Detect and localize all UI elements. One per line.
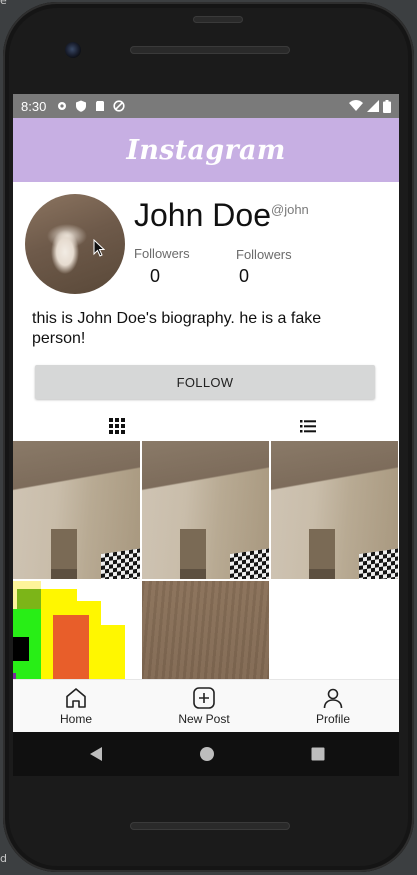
nav-new-post-label: New Post (178, 712, 230, 726)
profile-view-tabs (13, 412, 399, 440)
photo-detail (309, 529, 335, 579)
no-disturb-icon (113, 100, 125, 112)
sd-card-icon (96, 101, 105, 111)
follow-button[interactable]: FOLLOW (35, 365, 375, 399)
stat-value-followers-2: 0 (239, 266, 250, 286)
profile-bio: this is John Doe's biography. he is a fa… (32, 310, 322, 347)
recents-button-icon[interactable] (310, 746, 326, 762)
bottom-navigation: Home New Post Profile (13, 679, 399, 732)
mouse-cursor-icon (93, 239, 105, 257)
nav-profile-label: Profile (315, 712, 350, 726)
top-speaker (130, 46, 290, 54)
desktop-text-fragment: e (0, 0, 7, 7)
app-screen: 8:30 Instagram John Doe @john Followers … (13, 94, 399, 732)
photo-detail (51, 529, 77, 579)
nav-home[interactable]: Home (26, 686, 126, 726)
bottom-speaker (130, 822, 290, 830)
home-icon (66, 688, 86, 708)
home-button-icon[interactable] (199, 746, 215, 762)
post-thumbnail[interactable] (271, 441, 398, 579)
status-time: 8:30 (21, 98, 47, 114)
battery-icon (383, 99, 391, 113)
photo-detail (359, 548, 398, 579)
list-icon[interactable] (299, 417, 317, 435)
grid-icon[interactable] (108, 417, 126, 435)
profile-name: John Doe (134, 197, 271, 233)
add-square-icon (193, 687, 215, 709)
photo-detail (180, 529, 206, 579)
profile-handle: @john (271, 202, 309, 217)
post-thumbnail[interactable] (13, 441, 140, 579)
photo-detail (230, 548, 269, 579)
desktop-text-fragment: d (0, 852, 7, 865)
shield-icon (76, 100, 87, 112)
profile-header: John Doe @john Followers 0 Followers 0 (13, 182, 399, 300)
system-navigation-bar (13, 732, 399, 776)
settings-icon (58, 102, 67, 110)
stat-value-followers: 0 (150, 266, 161, 286)
signal-icon (367, 100, 379, 112)
status-bar: 8:30 (13, 94, 399, 118)
back-button-icon[interactable] (88, 746, 104, 762)
stat-label-followers-2: Followers (236, 247, 292, 262)
nav-profile[interactable]: Profile (283, 686, 383, 726)
status-right-icons (349, 99, 391, 113)
wifi-icon (349, 100, 363, 111)
app-bar: Instagram (13, 118, 399, 182)
app-logo-title: Instagram (126, 134, 286, 166)
person-icon (323, 688, 343, 709)
profile-avatar[interactable] (25, 194, 125, 294)
earpiece (193, 16, 243, 23)
front-camera (65, 42, 81, 58)
nav-home-label: Home (59, 712, 92, 726)
nav-new-post[interactable]: New Post (154, 686, 254, 726)
photo-detail (101, 548, 140, 579)
stat-label-followers: Followers (134, 246, 190, 261)
post-thumbnail[interactable] (142, 441, 269, 579)
